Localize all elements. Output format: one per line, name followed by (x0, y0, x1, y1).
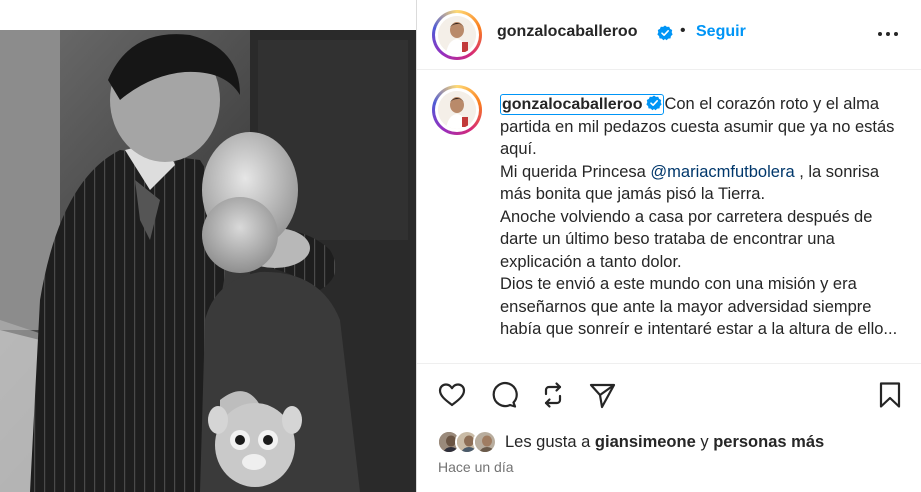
author-username[interactable]: gonzalocaballeroo (497, 23, 637, 41)
caption-section: gonzalocaballeroo Con el corazón roto y … (417, 71, 921, 363)
liker-username-link[interactable]: giansimeone (595, 433, 696, 451)
heart-icon[interactable] (437, 380, 467, 410)
likes-text: Les gusta a giansimeone y personas más (505, 433, 824, 452)
action-bar (417, 363, 921, 421)
caption-line-3: Anoche volviendo a casa por carretera de… (500, 207, 873, 271)
comment-icon[interactable] (488, 380, 518, 410)
liker-avatar[interactable] (473, 430, 497, 454)
share-icon[interactable] (587, 380, 617, 410)
likes-prefix: Les gusta a (505, 433, 595, 451)
caption-line-2-pre: Mi querida Princesa (500, 162, 651, 181)
repost-icon[interactable] (538, 380, 568, 410)
post-timestamp[interactable]: Hace un día (438, 459, 514, 475)
header-separator: • (680, 22, 686, 39)
caption-author-avatar[interactable] (432, 85, 482, 135)
likes-summary: Les gusta a giansimeone y personas más (437, 430, 917, 456)
caption-text: gonzalocaballeroo Con el corazón roto y … (500, 93, 900, 341)
post-photo[interactable] (0, 0, 416, 492)
caption-username-link[interactable]: gonzalocaballeroo (500, 94, 665, 115)
verified-badge-icon (657, 25, 673, 41)
likes-connector: y (695, 433, 714, 451)
caption-username: gonzalocaballeroo (502, 96, 643, 113)
likes-others-link[interactable]: personas más (713, 433, 824, 451)
mention-link[interactable]: @mariacmfutbolera (650, 163, 794, 181)
more-options-icon[interactable] (875, 24, 905, 44)
caption-line-4: Dios te envió a este mundo con una misió… (500, 275, 898, 338)
follow-button[interactable]: Seguir (696, 23, 746, 41)
caption-verified-badge-icon (646, 95, 663, 111)
bookmark-icon[interactable] (875, 380, 905, 410)
post-header: gonzalocaballeroo • Seguir (417, 0, 921, 70)
post-details-panel: gonzalocaballeroo • Seguir gonzalocaball… (416, 0, 921, 492)
author-avatar[interactable] (432, 10, 482, 60)
post-photo-image (0, 0, 416, 492)
